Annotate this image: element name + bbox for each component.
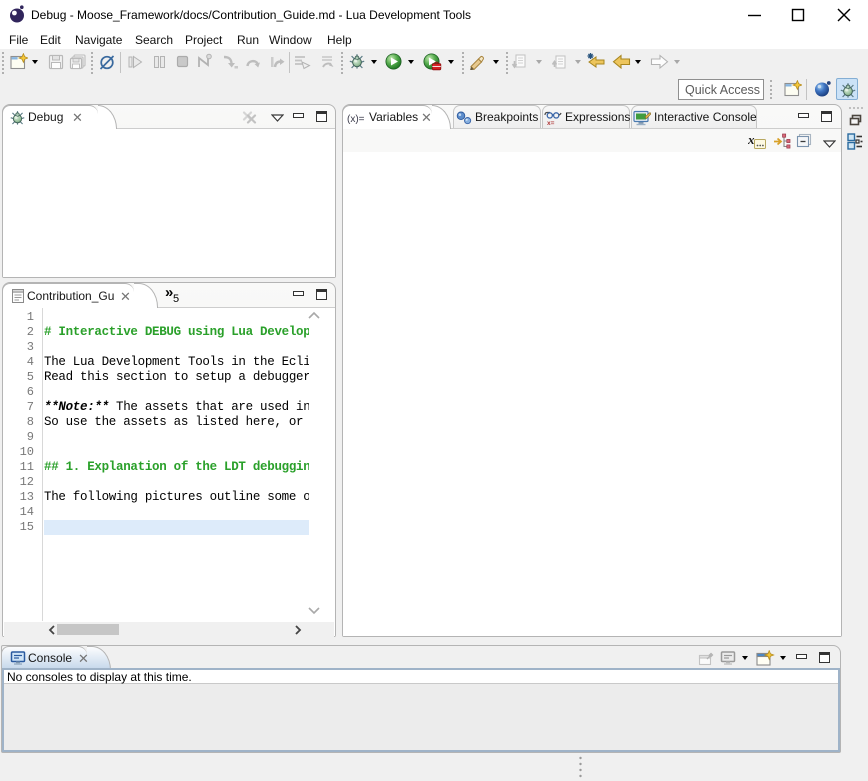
svg-text:x: x bbox=[748, 133, 755, 147]
svg-text:x=: x= bbox=[547, 120, 555, 126]
